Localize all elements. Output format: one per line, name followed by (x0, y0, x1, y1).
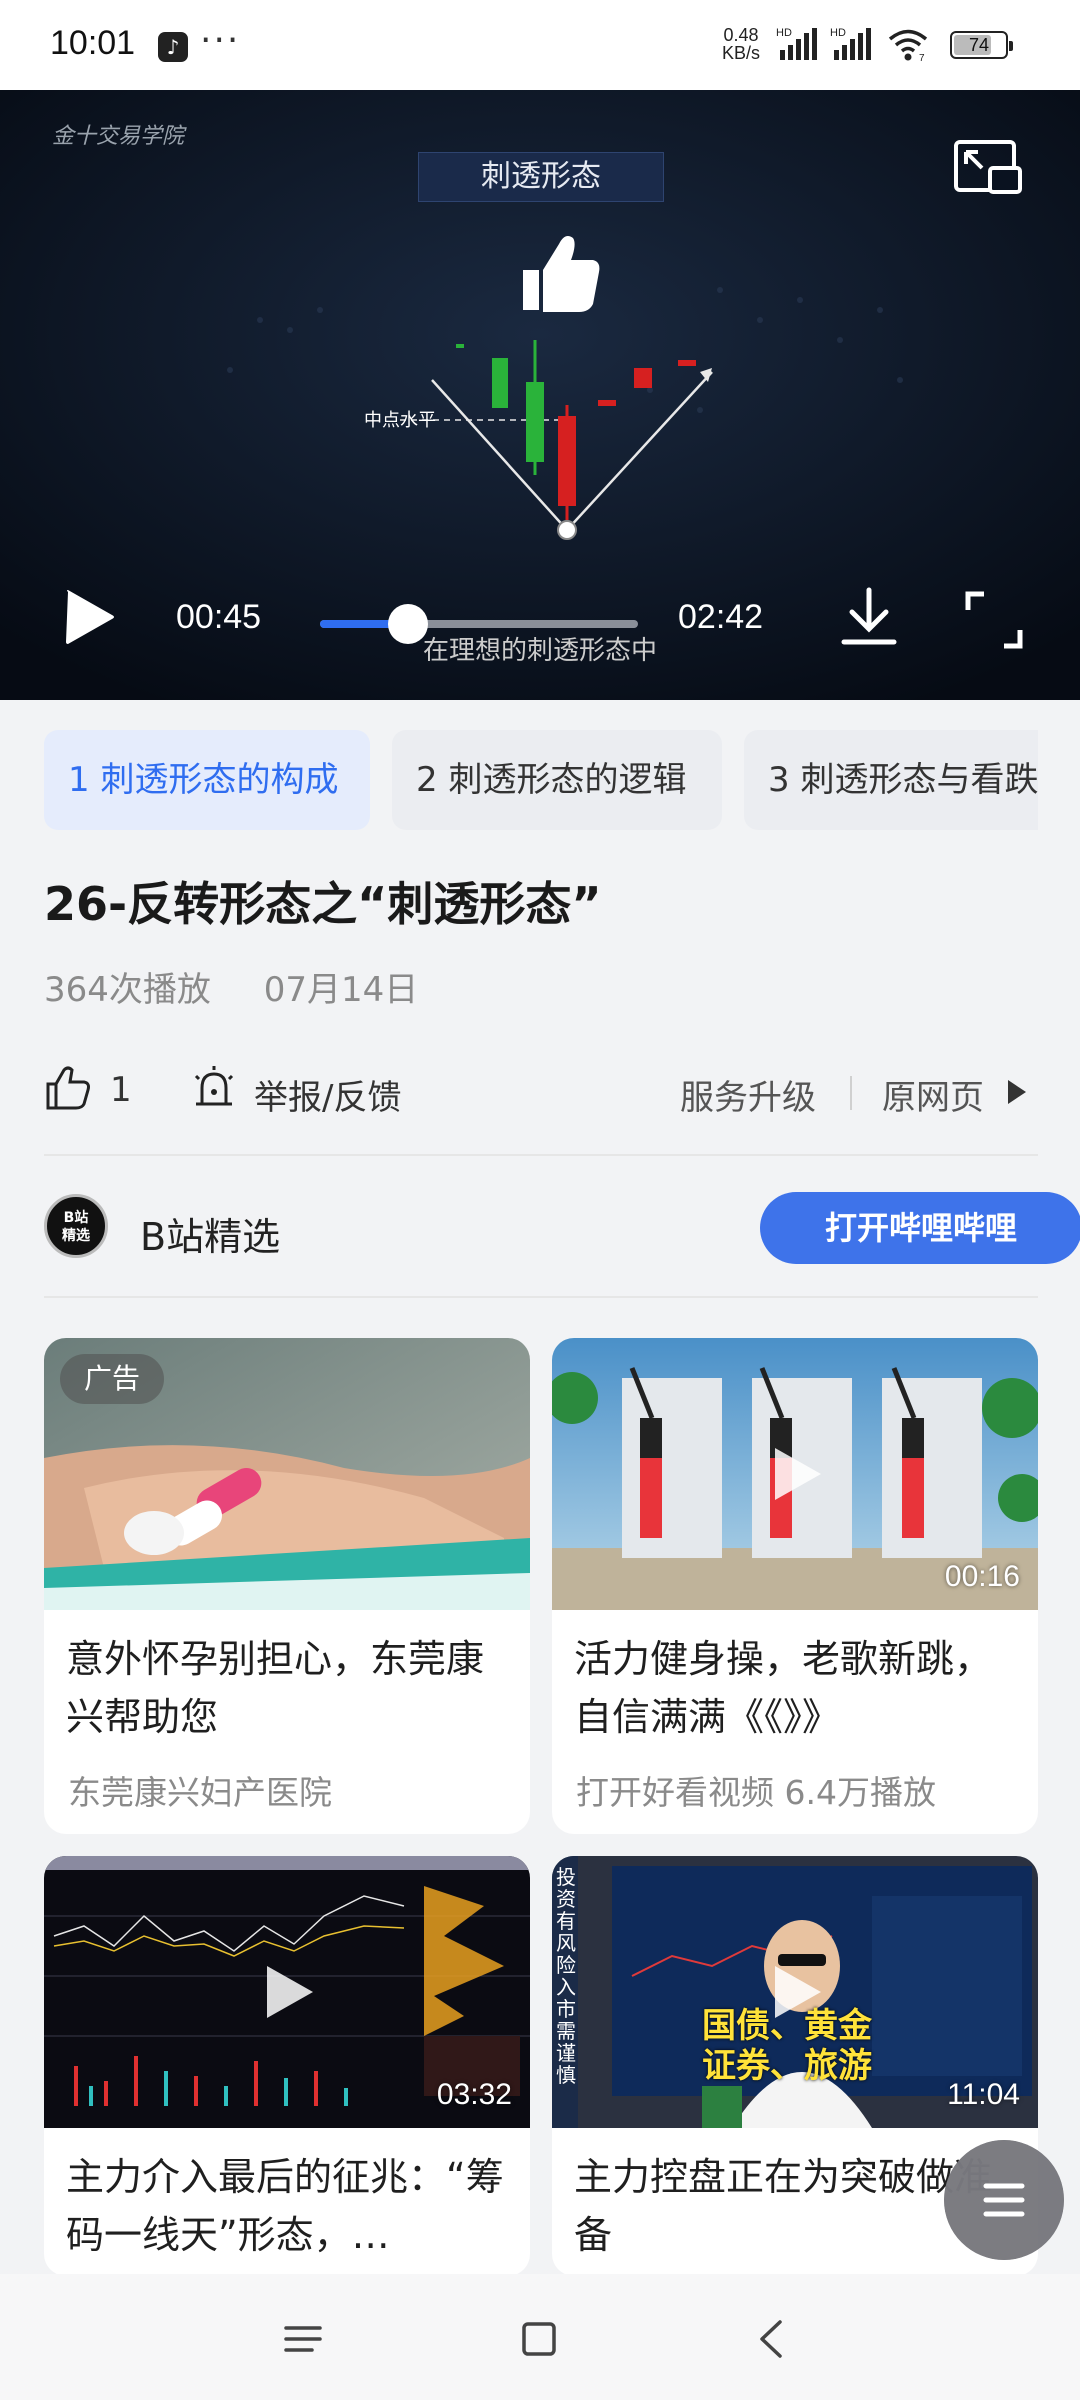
service-upgrade-link[interactable]: 服务升级 (680, 1070, 816, 1119)
download-icon[interactable] (840, 586, 898, 648)
source-row: B站 精选 B站精选 打开哔哩哔哩 (44, 1190, 1080, 1264)
divider (44, 1154, 1038, 1156)
back-icon[interactable] (748, 2314, 798, 2364)
tiktok-notification-icon: ♪ (158, 32, 188, 62)
current-time: 00:45 (176, 598, 262, 636)
publish-date: 07月14日 (263, 970, 419, 1010)
triangle-arrow-icon[interactable] (1004, 1078, 1028, 1106)
card-3-title[interactable]: 主力介入最后的征兆：“筹码一线天”形态，… (66, 2148, 516, 2264)
card-1-title[interactable]: 意外怀孕别担心，东莞康兴帮助您 (66, 1630, 516, 1746)
card-2-title[interactable]: 活力健身操，老歌新跳，自信满满《《》》 (574, 1630, 1024, 1746)
source-name[interactable]: B站精选 (140, 1206, 280, 1261)
video-meta: 364次播放 07月14日 (44, 962, 460, 1011)
ad-badge: 广告 (60, 1354, 164, 1404)
video-player[interactable]: 中点水平 金十交易学院 刺透形态 在理想的刺透形态中 00:45 02:42 (0, 90, 1080, 700)
avatar-line-2: 精选 (62, 1228, 90, 1244)
picture-in-picture-icon[interactable] (952, 138, 1024, 198)
chapter-tab-2[interactable]: 2 刺透形态的逻辑 (392, 730, 722, 830)
network-speed: 0.48 KB/s (722, 26, 760, 62)
video-watermark: 金十交易学院 (52, 124, 185, 149)
video-title: 26-反转形态之“刺透形态” (44, 877, 602, 931)
more-notifications-icon: ··· (200, 20, 241, 61)
like-icon[interactable] (44, 1064, 92, 1112)
hd-1-label: HD (776, 27, 792, 39)
status-bar: 10:01 ♪ ··· 0.48 KB/s HD HD 7 74 (0, 0, 1080, 90)
hd-2-label: HD (830, 27, 846, 39)
card-1-source: 东莞康兴妇产医院 (68, 1773, 332, 1812)
card-2-source: 打开好看视频 6.4万播放 (576, 1773, 936, 1812)
progress-track[interactable] (320, 620, 638, 628)
play-icon[interactable] (62, 588, 118, 646)
play-count: 364次播放 (44, 970, 211, 1010)
source-avatar[interactable]: B站 精选 (44, 1194, 108, 1258)
screen: 10:01 ♪ ··· 0.48 KB/s HD HD 7 74 中点水平 金十… (0, 0, 1080, 2400)
wifi-badge: 7 (919, 53, 925, 62)
status-time: 10:01 (50, 24, 136, 62)
action-divider (850, 1076, 852, 1110)
battery-level: 74 (968, 35, 990, 55)
open-bilibili-button[interactable]: 打开哔哩哔哩 (760, 1192, 1080, 1264)
network-speed-value: 0.48 (723, 25, 759, 45)
recommend-card-3[interactable]: 03:32 主力介入最后的征兆：“筹码一线天”形态，… (44, 1856, 530, 2276)
total-time: 02:42 (678, 598, 764, 636)
card-4-duration: 11:04 (947, 2078, 1020, 2111)
chart-label: 中点水平 (364, 410, 436, 431)
recommend-card-1[interactable]: 广告 意外怀孕别担心，东莞康兴帮助您 东莞康兴妇产医院 (44, 1338, 530, 1834)
play-overlay-icon[interactable] (765, 1962, 825, 2022)
original-page-link[interactable]: 原网页 (882, 1070, 984, 1119)
card-2-duration: 00:16 (944, 1560, 1020, 1593)
action-bar: 1 举报/反馈 服务升级 原网页 (44, 1060, 1038, 1120)
wifi-icon: 7 (888, 29, 928, 62)
like-count[interactable]: 1 (110, 1070, 132, 1110)
report-feedback-link[interactable]: 举报/反馈 (254, 1070, 401, 1119)
home-icon[interactable] (514, 2314, 564, 2364)
floating-menu-button[interactable] (944, 2140, 1064, 2260)
recent-apps-icon[interactable] (278, 2314, 328, 2364)
fullscreen-icon[interactable] (964, 590, 1024, 650)
play-overlay-icon[interactable] (257, 1962, 317, 2022)
recommend-card-2[interactable]: 00:16 活力健身操，老歌新跳，自信满满《《》》 打开好看视频 6.4万播放 (552, 1338, 1038, 1834)
signal-1-icon: HD (776, 27, 817, 60)
network-speed-unit: KB/s (722, 43, 761, 63)
play-overlay-icon[interactable] (765, 1444, 825, 1504)
divider (44, 1296, 1038, 1298)
video-heading: 刺透形态 (418, 152, 664, 202)
chapter-tabs: 1 刺透形态的构成 2 刺透形态的逻辑 3 刺透形态与看跌 (44, 730, 1038, 830)
system-nav-bar (0, 2274, 1080, 2400)
chapter-tab-3[interactable]: 3 刺透形态与看跌 (744, 730, 1038, 830)
signal-2-icon: HD (830, 27, 871, 60)
battery-icon: 74 (950, 31, 1013, 59)
card-3-duration: 03:32 (436, 2078, 512, 2111)
chapter-tab-1[interactable]: 1 刺透形态的构成 (44, 730, 370, 830)
video-subtitle: 在理想的刺透形态中 (422, 636, 657, 666)
card-4-side-text: 投资有风险 入市需谨慎 (556, 1865, 576, 2087)
report-alarm-icon[interactable] (190, 1064, 238, 1112)
avatar-line-1: B站 (63, 1210, 89, 1226)
card-4-overlay-line-2: 证券、旅游 (702, 2046, 872, 2086)
